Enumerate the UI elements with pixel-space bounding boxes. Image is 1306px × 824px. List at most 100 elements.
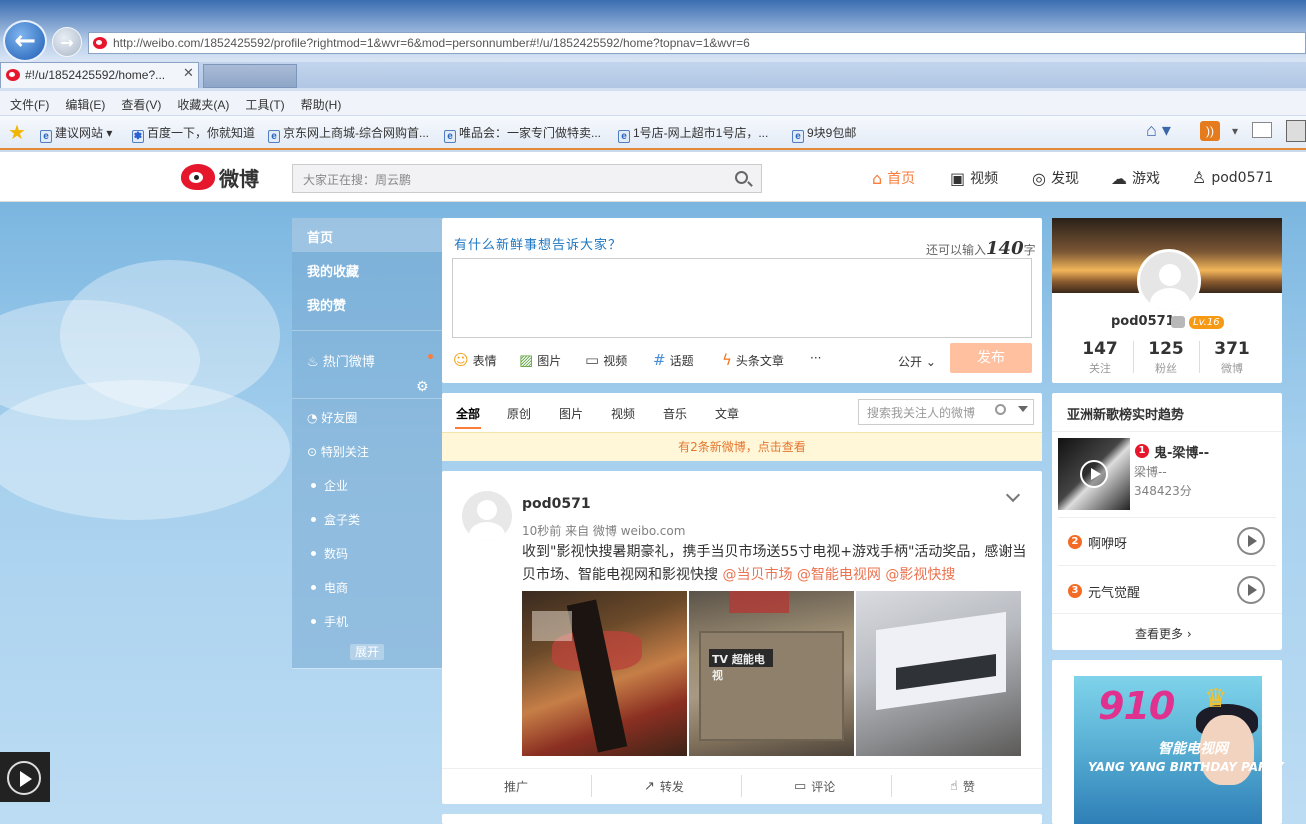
next-feed-card xyxy=(442,814,1042,824)
gear-icon[interactable]: ⚙ xyxy=(416,379,429,395)
promote-button[interactable]: 推广 xyxy=(504,778,528,795)
action-label: 评论 xyxy=(811,780,836,794)
tab-articles[interactable]: 文章 xyxy=(715,405,739,422)
stat-posts-count[interactable]: 371 xyxy=(1202,339,1262,359)
more-tools-button[interactable]: ··· xyxy=(810,351,821,365)
emoji-tool[interactable]: ☺ 表情 xyxy=(453,351,497,369)
sidebar-item-group[interactable]: 企业 xyxy=(292,468,442,502)
browser-tab-active[interactable]: #!/u/1852425592/home?... xyxy=(0,62,199,88)
fav-item-vip[interactable]: e 唯品会：一家专门做特卖... xyxy=(444,124,601,143)
expand-button[interactable]: 展开 xyxy=(350,644,384,660)
fav-item-99[interactable]: e 9块9包邮 xyxy=(792,124,856,143)
rss-feed-icon[interactable]: )) xyxy=(1200,121,1220,141)
view-more-link[interactable]: 查看更多 › xyxy=(1135,625,1192,642)
composer-textarea[interactable] xyxy=(452,258,1032,338)
song-name[interactable]: 啊咿呀 xyxy=(1088,533,1127,552)
new-posts-notice[interactable]: 有2条新微博，点击查看 xyxy=(442,432,1042,461)
sidebar-label: 特别关注 xyxy=(320,445,369,459)
nav-home-label: 首页 xyxy=(887,171,916,187)
feed-search-input[interactable]: 搜索我关注人的微博 xyxy=(858,399,1034,425)
video-nav-icon: ▣ xyxy=(950,168,966,188)
nav-home[interactable]: ⌂ 首页 xyxy=(872,168,915,188)
menu-file[interactable]: 文件(F) xyxy=(10,91,49,115)
video-tool[interactable]: ▭ 视频 xyxy=(585,351,627,369)
tab-all[interactable]: 全部 xyxy=(456,405,480,422)
thumbs-up-icon: ☝ xyxy=(950,779,958,794)
sidebar-item-group[interactable]: 手机 xyxy=(292,604,442,638)
like-button[interactable]: ☝ 赞 xyxy=(950,778,975,795)
search-icon[interactable] xyxy=(995,404,1006,415)
member-icon[interactable] xyxy=(1171,316,1185,328)
browser-tab-new[interactable] xyxy=(203,64,297,88)
menu-edit[interactable]: 编辑(E) xyxy=(65,91,105,115)
avatar[interactable] xyxy=(462,491,512,541)
visibility-dropdown[interactable]: 公开 ⌄ xyxy=(898,353,936,370)
favorites-star-icon[interactable]: ★ xyxy=(8,120,26,145)
menu-favorites[interactable]: 收藏夹(A) xyxy=(177,91,229,115)
sidebar-item-friends[interactable]: ◔ 好友圈 xyxy=(292,400,442,434)
menu-help[interactable]: 帮助(H) xyxy=(301,91,342,115)
feed-username[interactable]: pod0571 xyxy=(522,496,591,512)
sidebar-item-group[interactable]: 数码 xyxy=(292,536,442,570)
stat-followers-label: 粉丝 xyxy=(1155,362,1177,375)
fav-item-yhd[interactable]: e 1号店-网上超市1号店，... xyxy=(618,124,768,143)
tab-original[interactable]: 原创 xyxy=(507,405,531,422)
profile-name[interactable]: pod0571 xyxy=(1111,314,1175,329)
tab-videos[interactable]: 视频 xyxy=(611,405,635,422)
sidebar-item-special[interactable]: ⊙ 特别关注 xyxy=(292,434,442,468)
nav-discover[interactable]: ◎ 发现 xyxy=(1032,168,1079,188)
menu-view[interactable]: 查看(V) xyxy=(121,91,161,115)
menu-tools[interactable]: 工具(T) xyxy=(245,91,284,115)
tab-music[interactable]: 音乐 xyxy=(663,405,687,422)
image-tool[interactable]: ▨ 图片 xyxy=(519,351,561,369)
sidebar-item-home[interactable]: 首页 xyxy=(292,218,442,252)
comment-button[interactable]: ▭ 评论 xyxy=(794,778,835,795)
repost-button[interactable]: ↗ 转发 xyxy=(644,778,684,795)
nav-video[interactable]: ▣ 视频 xyxy=(950,168,998,188)
stat-separator xyxy=(1133,341,1134,373)
feed-photo[interactable] xyxy=(522,591,687,756)
tab-close-icon[interactable]: ✕ xyxy=(183,66,194,81)
fav-item-jd[interactable]: e 京东网上商城-综合网购首... xyxy=(268,124,429,143)
play-icon[interactable] xyxy=(1237,527,1265,555)
publish-button[interactable]: 发布 xyxy=(950,343,1032,373)
feed-photo[interactable] xyxy=(856,591,1021,756)
play-icon[interactable] xyxy=(1237,576,1265,604)
profile-avatar[interactable] xyxy=(1137,249,1201,313)
play-icon[interactable] xyxy=(1080,460,1108,488)
mention-link[interactable]: @当贝市场 xyxy=(722,567,792,583)
fav-item-suggested[interactable]: e 建议网站 ▾ xyxy=(40,124,112,143)
nav-profile[interactable]: ♙ pod0571 xyxy=(1192,168,1273,187)
search-icon[interactable] xyxy=(735,171,748,184)
mention-link[interactable]: @影视快搜 xyxy=(885,567,955,583)
weibo-logo[interactable]: 微博 xyxy=(181,162,259,192)
mail-icon[interactable] xyxy=(1252,122,1272,138)
stat-following-count[interactable]: 147 xyxy=(1070,339,1130,359)
nav-games[interactable]: ☁ 游戏 xyxy=(1111,168,1160,188)
stat-followers-count[interactable]: 125 xyxy=(1136,339,1196,359)
feed-photo[interactable]: TV 超能电视 xyxy=(689,591,854,756)
tab-images[interactable]: 图片 xyxy=(559,405,583,422)
chevron-down-icon[interactable] xyxy=(1018,406,1028,412)
sidebar-item-favorites[interactable]: 我的收藏 xyxy=(292,252,442,286)
rss-dropdown-icon[interactable]: ▾ xyxy=(1232,124,1238,138)
forward-button[interactable]: → xyxy=(52,27,82,57)
sidebar-item-group[interactable]: 电商 xyxy=(292,570,442,604)
weibo-search-input[interactable]: 大家正在搜：周云鹏 xyxy=(292,164,762,193)
sidebar-item-likes[interactable]: 我的赞 xyxy=(292,286,442,320)
level-badge[interactable]: Lv.16 xyxy=(1189,316,1224,329)
fav-item-baidu[interactable]: ✽ 百度一下，你就知道 xyxy=(132,124,255,143)
topic-tool[interactable]: # 话题 xyxy=(653,351,694,369)
sidebar-item-hot[interactable]: ♨ 热门微博 xyxy=(292,342,442,376)
image-icon: ▨ xyxy=(519,351,534,369)
back-button[interactable]: ← xyxy=(3,20,47,62)
sidebar-item-group[interactable]: 盒子类 xyxy=(292,502,442,536)
song-name[interactable]: 元气觉醒 xyxy=(1088,582,1140,601)
print-icon[interactable] xyxy=(1286,120,1306,142)
address-bar[interactable]: http://weibo.com/1852425592/profile?righ… xyxy=(88,32,1306,54)
play-icon[interactable] xyxy=(7,761,41,795)
song-name[interactable]: 鬼-梁博-- xyxy=(1154,442,1209,461)
home-icon[interactable]: ⌂ ▾ xyxy=(1146,120,1171,141)
article-tool[interactable]: ϟ 头条文章 xyxy=(722,351,784,369)
mention-link[interactable]: @智能电视网 xyxy=(797,567,881,583)
